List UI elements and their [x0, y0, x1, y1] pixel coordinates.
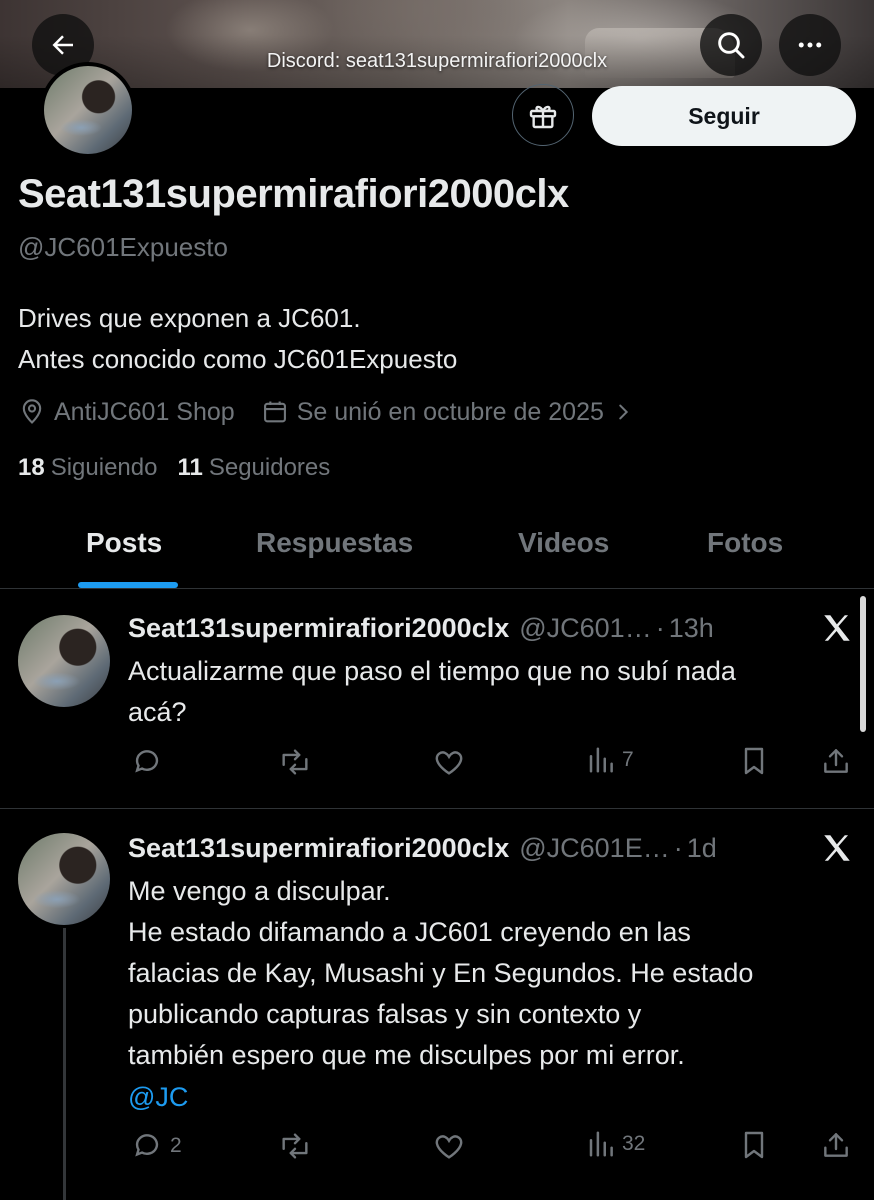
reply-button[interactable]: 2: [130, 1129, 182, 1163]
share-icon: [824, 749, 848, 773]
reply-count: 2: [170, 1134, 182, 1157]
share-button[interactable]: [820, 1129, 852, 1161]
profile-tabs: Posts Respuestas Videos Fotos: [0, 512, 874, 589]
profile-handle: @JC601Expuesto: [18, 232, 228, 262]
location-icon: [18, 398, 46, 426]
views-button[interactable]: 7: [586, 745, 634, 775]
post-text: Me vengo a disculpar. He estado difamand…: [128, 876, 754, 1070]
chevron-right-icon[interactable]: [612, 401, 634, 423]
repost-button[interactable]: [278, 1129, 318, 1163]
post-avatar[interactable]: [18, 833, 110, 925]
post-timestamp[interactable]: 13h: [669, 613, 714, 644]
analytics-icon: [589, 1131, 613, 1157]
follow-button[interactable]: Seguir: [592, 86, 856, 146]
bookmark-button[interactable]: [738, 1129, 770, 1161]
view-count: 7: [622, 748, 634, 771]
bio-line: Antes conocido como JC601Expuesto: [18, 344, 458, 374]
bookmark-icon: [744, 747, 764, 775]
followers-count: 11: [177, 454, 203, 481]
search-button[interactable]: [700, 14, 762, 76]
reply-button[interactable]: [130, 745, 170, 779]
like-button[interactable]: [432, 745, 472, 779]
following-label: Siguiendo: [50, 454, 158, 481]
post-separator: ·: [655, 613, 665, 643]
share-icon: [824, 1133, 848, 1157]
post-avatar[interactable]: [18, 615, 110, 707]
like-button[interactable]: [432, 1129, 472, 1163]
analytics-icon: [589, 747, 613, 773]
post-author-name[interactable]: Seat131supermirafiori2000clx: [128, 613, 509, 644]
profile-bio: Drives que exponen a JC601. Antes conoci…: [18, 298, 457, 380]
search-icon: [718, 32, 745, 59]
heart-icon: [435, 1135, 463, 1159]
post-text: Actualizarme que paso el tiempo que no s…: [128, 656, 736, 727]
following-link[interactable]: 18 Siguiendo: [18, 454, 157, 482]
bookmark-icon: [744, 1131, 764, 1159]
calendar-icon: [261, 398, 289, 426]
reply-icon: [135, 1134, 159, 1157]
post-separator: ·: [673, 833, 683, 863]
profile-meta: AntiJC601 Shop Se unió en octubre de 202…: [18, 395, 642, 429]
post-author-handle[interactable]: @JC601…: [519, 613, 651, 644]
repost-icon: [282, 1133, 308, 1159]
more-horizontal-icon: [798, 42, 822, 48]
profile-joined-date: Se unió en octubre de 2025: [296, 397, 604, 426]
repost-icon: [282, 749, 308, 775]
reply-icon: [135, 750, 159, 773]
bio-line: Drives que exponen a JC601.: [18, 303, 361, 333]
active-tab-indicator: [78, 582, 178, 588]
following-count: 18: [18, 454, 45, 481]
grok-x-icon[interactable]: [820, 611, 854, 645]
views-button[interactable]: 32: [586, 1129, 645, 1159]
profile-display-name: Seat131supermirafiori2000clx: [18, 172, 569, 216]
post-timestamp[interactable]: 1d: [687, 833, 717, 864]
profile-avatar[interactable]: [40, 62, 136, 158]
post-actions: 7: [128, 745, 854, 785]
post-author-name[interactable]: Seat131supermirafiori2000clx: [128, 833, 509, 864]
view-count: 32: [622, 1132, 646, 1155]
post-mention-link[interactable]: @JC: [128, 1077, 853, 1118]
post-author-handle[interactable]: @JC601E…: [519, 833, 669, 864]
tab-fotos[interactable]: Fotos: [707, 527, 783, 559]
heart-icon: [435, 751, 463, 775]
profile-location[interactable]: AntiJC601 Shop: [54, 398, 235, 427]
post-actions: 2 32: [128, 1129, 854, 1169]
post-header: Seat131supermirafiori2000clx @JC601… · 1…: [128, 613, 714, 644]
tab-videos[interactable]: Videos: [518, 527, 609, 559]
follow-stats: 18 Siguiendo 11 Seguidores: [18, 454, 330, 482]
more-options-button[interactable]: [779, 14, 841, 76]
post-header: Seat131supermirafiori2000clx @JC601E… · …: [128, 833, 717, 864]
gift-icon: [529, 105, 557, 129]
grok-x-icon[interactable]: [820, 831, 854, 865]
gift-button[interactable]: [512, 84, 574, 146]
followers-link[interactable]: 11 Seguidores: [177, 454, 330, 482]
post-item[interactable]: Seat131supermirafiori2000clx @JC601… · 1…: [0, 589, 874, 809]
followers-label: Seguidores: [208, 454, 331, 481]
repost-button[interactable]: [278, 745, 318, 779]
tab-posts[interactable]: Posts: [86, 527, 162, 559]
post-item[interactable]: Seat131supermirafiori2000clx @JC601E… · …: [0, 809, 874, 1200]
tab-respuestas[interactable]: Respuestas: [256, 527, 413, 559]
share-button[interactable]: [820, 745, 852, 777]
bookmark-button[interactable]: [738, 745, 770, 777]
